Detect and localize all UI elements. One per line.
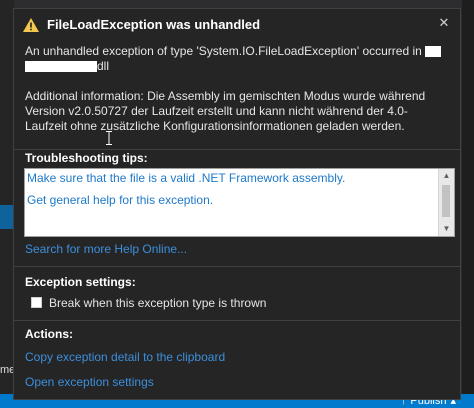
popup-header: FileLoadException was unhandled ✕ (14, 9, 460, 39)
tip-link-general-help[interactable]: Get general help for this exception. (27, 193, 213, 207)
text-cursor-icon (106, 131, 112, 145)
exception-settings-heading: Exception settings: (25, 275, 136, 289)
exception-message-suffix: dll (97, 59, 110, 73)
ide-selection-bar (0, 205, 14, 229)
search-help-online-link[interactable]: Search for more Help Online... (25, 242, 187, 256)
scroll-up-icon[interactable]: ▲ (439, 169, 454, 183)
tip-link-valid-assembly[interactable]: Make sure that the file is a valid .NET … (27, 171, 345, 185)
exception-message-line1: An unhandled exception of type 'System.I… (25, 44, 422, 58)
tips-scrollbar[interactable]: ▲ ▼ (438, 169, 454, 236)
scroll-thumb[interactable] (442, 185, 450, 217)
divider (14, 149, 460, 150)
open-exception-settings-link[interactable]: Open exception settings (25, 375, 154, 389)
warning-icon (23, 18, 39, 32)
close-icon[interactable]: ✕ (436, 15, 452, 31)
popup-title: FileLoadException was unhandled (47, 17, 261, 32)
copy-exception-detail-link[interactable]: Copy exception detail to the clipboard (25, 350, 225, 364)
additional-information: Additional information: Die Assembly im … (25, 89, 426, 133)
troubleshooting-heading: Troubleshooting tips: (25, 151, 148, 165)
troubleshooting-tips-list: Make sure that the file is a valid .NET … (24, 168, 455, 237)
divider (14, 320, 460, 321)
exception-message: An unhandled exception of type 'System.I… (25, 44, 446, 74)
redacted-text (25, 61, 97, 73)
scroll-down-icon[interactable]: ▼ (439, 222, 454, 236)
break-on-exception-label[interactable]: Break when this exception type is thrown (49, 296, 266, 310)
break-on-exception-checkbox[interactable] (31, 297, 42, 308)
exception-helper-popup: FileLoadException was unhandled ✕ An unh… (13, 8, 461, 400)
ide-right-panel (462, 0, 474, 408)
redacted-text (425, 46, 442, 58)
divider (14, 266, 460, 267)
actions-heading: Actions: (25, 327, 73, 341)
ide-left-panel (0, 0, 14, 408)
